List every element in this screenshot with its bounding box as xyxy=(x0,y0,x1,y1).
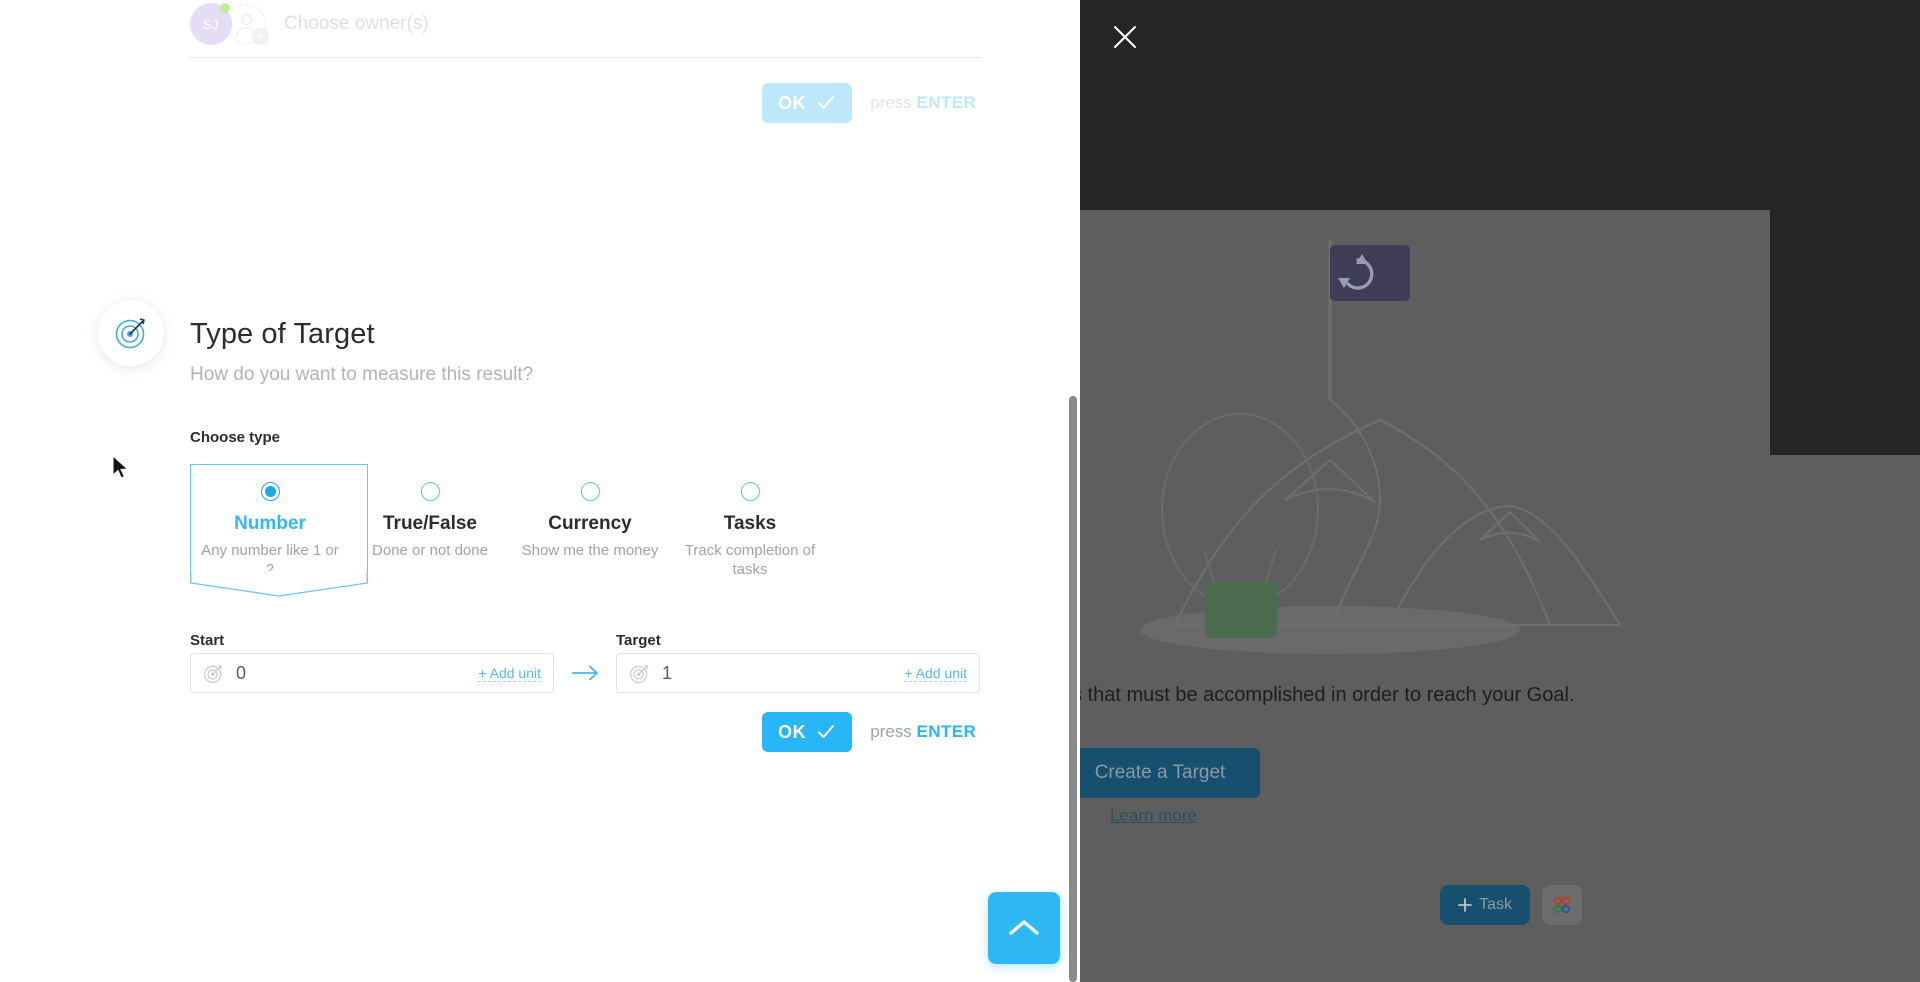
type-option-number-desc: Any number like 1 or 2 xyxy=(201,542,339,578)
start-input[interactable]: 0 + Add unit xyxy=(190,653,554,693)
target-field-label: Target xyxy=(616,632,661,649)
target-icon xyxy=(629,664,648,683)
type-option-currency[interactable]: Currency Show me the money xyxy=(510,464,670,589)
person-head-shape xyxy=(241,14,252,25)
create-target-button[interactable]: Create a Target xyxy=(1080,748,1260,798)
create-target-label: Create a Target xyxy=(1094,762,1226,783)
target-icon xyxy=(203,664,222,683)
type-option-true-false-label: True/False xyxy=(383,513,477,534)
choose-type-label: Choose type xyxy=(190,429,281,446)
type-option-tasks-desc: Track completion of tasks xyxy=(684,542,816,578)
ok-row-top: OK press ENTER xyxy=(762,83,976,123)
ok-button-top-label: OK xyxy=(778,92,807,113)
target-icon xyxy=(98,300,164,366)
presence-dot-icon xyxy=(220,3,230,13)
learn-more-link[interactable]: Learn more xyxy=(1110,806,1197,826)
target-input-value: 1 xyxy=(662,662,673,683)
check-icon xyxy=(818,725,835,738)
target-type-options: Number Any number like 1 or 2 True/False… xyxy=(190,464,830,597)
hint-key: ENTER xyxy=(916,722,977,741)
plus-icon xyxy=(1458,898,1472,912)
radio-number-icon[interactable] xyxy=(260,482,280,501)
avatar-initials: SJ xyxy=(202,16,220,32)
page-title: Type of Target xyxy=(190,318,375,350)
type-option-currency-desc: Show me the money xyxy=(521,542,659,559)
mouse-cursor xyxy=(112,455,129,479)
chevron-up-icon xyxy=(1009,920,1039,935)
arrow-right-icon xyxy=(572,665,598,681)
close-x-icon xyxy=(1114,26,1136,48)
add-task-button[interactable]: Task xyxy=(1440,885,1530,925)
apps-grid-icon[interactable] xyxy=(1542,885,1582,925)
dimmed-app-background: s that must be accomplished in order to … xyxy=(1080,0,1920,982)
target-bullseye-icon xyxy=(115,318,145,349)
target-input[interactable]: 1 + Add unit xyxy=(616,653,980,693)
owner-selector-row[interactable]: SJ + Choose owner(s) xyxy=(190,0,980,54)
apps-grid-dots-icon xyxy=(1553,896,1571,914)
type-option-tasks[interactable]: Tasks Track completion of tasks xyxy=(670,464,830,589)
ok-button-label: OK xyxy=(778,721,807,742)
owner-placeholder-text: Choose owner(s) xyxy=(284,13,429,34)
ok-row-bottom: OK press ENTER xyxy=(762,712,976,752)
radio-tasks-icon[interactable] xyxy=(740,482,760,501)
scroll-to-top-button[interactable] xyxy=(988,892,1060,964)
screen: SJ + Choose owner(s) OK press ENTER Type… xyxy=(0,0,1920,982)
radio-currency-icon[interactable] xyxy=(580,482,600,501)
mountain-flag-illustration xyxy=(1140,240,1622,654)
type-option-true-false[interactable]: True/False Done or not done xyxy=(350,464,510,589)
add-task-label: Task xyxy=(1479,896,1512,913)
start-input-value: 0 xyxy=(236,662,247,683)
page-subtitle: How do you want to measure this result? xyxy=(190,364,534,385)
target-add-unit-link[interactable]: + Add unit xyxy=(904,665,967,682)
hint-prefix: press xyxy=(870,722,917,741)
type-option-currency-label: Currency xyxy=(548,513,632,534)
radio-true-false-icon[interactable] xyxy=(420,482,440,501)
type-option-true-false-desc: Done or not done xyxy=(372,542,488,559)
ok-button-top[interactable]: OK xyxy=(762,83,853,123)
add-person-icon[interactable]: + xyxy=(226,4,269,45)
ok-button[interactable]: OK xyxy=(762,712,853,752)
start-field-label: Start xyxy=(190,632,225,649)
hint-key: ENTER xyxy=(916,93,977,112)
hint-prefix: press xyxy=(870,93,917,112)
press-enter-hint: press ENTER xyxy=(870,722,976,742)
target-form-panel: SJ + Choose owner(s) OK press ENTER Type… xyxy=(0,0,1080,982)
owner-field-underline xyxy=(190,57,980,58)
press-enter-hint-top: press ENTER xyxy=(870,93,976,113)
scrollbar-thumb[interactable] xyxy=(1069,396,1077,982)
type-option-number[interactable]: Number Any number like 1 or 2 xyxy=(190,464,368,597)
check-icon xyxy=(818,96,835,109)
close-icon[interactable] xyxy=(1103,15,1147,59)
type-option-number-label: Number xyxy=(234,513,306,534)
modal-description: s that must be accomplished in order to … xyxy=(1080,684,1575,706)
start-add-unit-link[interactable]: + Add unit xyxy=(478,665,541,682)
type-option-tasks-label: Tasks xyxy=(723,513,777,534)
plus-badge-icon: + xyxy=(252,28,269,45)
